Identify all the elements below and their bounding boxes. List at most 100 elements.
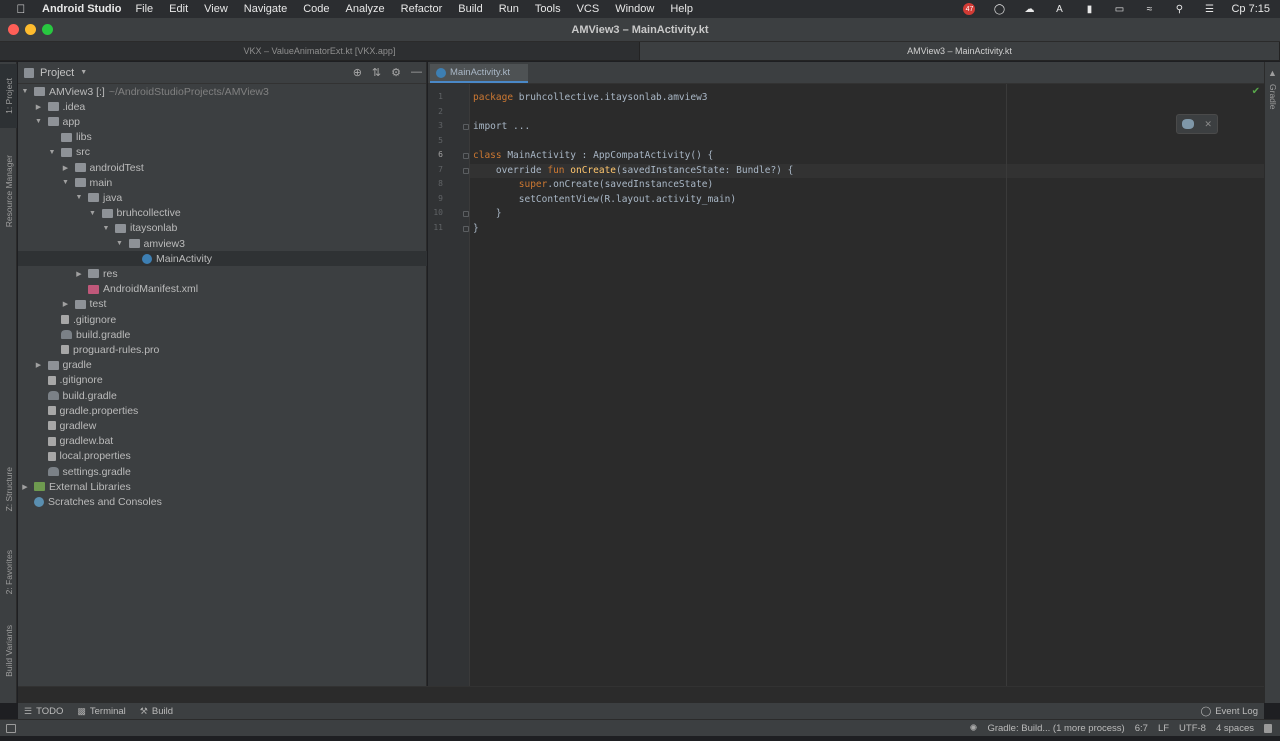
chevron-down-icon[interactable]: ▼: [88, 210, 98, 217]
indent-setting[interactable]: 4 spaces: [1216, 723, 1254, 734]
tree-item[interactable]: gradlew: [18, 418, 427, 433]
menu-build[interactable]: Build: [458, 3, 482, 15]
wifi-icon[interactable]: ≈: [1141, 3, 1157, 15]
toggle-tool-windows-icon[interactable]: [6, 723, 16, 733]
app-menu[interactable]: Android Studio: [42, 3, 121, 15]
lock-icon[interactable]: [1264, 723, 1272, 733]
caret-position[interactable]: 6:7: [1135, 723, 1148, 734]
chevron-right-icon[interactable]: ▶: [61, 300, 71, 308]
tool-tab-structure[interactable]: Z: Structure: [0, 454, 17, 524]
chevron-right-icon[interactable]: ▶: [34, 103, 44, 111]
menu-view[interactable]: View: [204, 3, 228, 15]
close-icon[interactable]: ✕: [1204, 119, 1212, 130]
fold-marker-icon[interactable]: [463, 225, 469, 232]
tree-item[interactable]: .gitignore: [18, 373, 427, 388]
menu-navigate[interactable]: Navigate: [244, 3, 287, 15]
fold-marker-icon[interactable]: [463, 211, 469, 217]
tree-item[interactable]: local.properties: [18, 449, 427, 464]
tree-item[interactable]: ▼ itaysonlab: [18, 221, 427, 236]
spotlight-search-icon[interactable]: ⚲: [1171, 3, 1187, 15]
fold-marker-icon[interactable]: [463, 153, 469, 159]
menu-file[interactable]: File: [135, 3, 153, 15]
tree-item[interactable]: ▶ test: [18, 297, 427, 312]
tree-item[interactable]: ▼ java: [18, 190, 427, 205]
tree-item[interactable]: ▶ .idea: [18, 99, 427, 114]
control-center-icon[interactable]: ☰: [1201, 3, 1217, 15]
chevron-down-icon[interactable]: ▼: [34, 118, 44, 125]
menu-refactor[interactable]: Refactor: [401, 3, 443, 15]
tree-item[interactable]: build.gradle: [18, 327, 427, 342]
chevron-down-icon[interactable]: ▼: [47, 149, 57, 156]
menu-clock[interactable]: Cp 7:15: [1231, 3, 1270, 15]
shield-icon[interactable]: ◯: [991, 3, 1007, 15]
line-separator[interactable]: LF: [1158, 723, 1169, 734]
window-tab-amview3[interactable]: AMView3 – MainActivity.kt: [640, 42, 1280, 60]
chevron-down-icon[interactable]: ▼: [20, 88, 30, 95]
menu-help[interactable]: Help: [670, 3, 693, 15]
menu-analyze[interactable]: Analyze: [346, 3, 385, 15]
tree-item[interactable]: ▶ External Libraries: [18, 479, 427, 494]
zoom-window-button[interactable]: [42, 24, 53, 35]
notification-icon[interactable]: 47: [961, 3, 977, 15]
gradle-sync-icon[interactable]: [1182, 119, 1195, 129]
cloud-icon[interactable]: ☁: [1021, 3, 1037, 15]
battery-icon[interactable]: ▮: [1081, 3, 1097, 15]
editor-tab-mainactivity[interactable]: MainActivity.kt: [430, 64, 528, 83]
file-encoding[interactable]: UTF-8: [1179, 723, 1206, 734]
tree-item[interactable]: ▼ app: [18, 114, 427, 129]
gear-icon[interactable]: ⚙: [391, 66, 401, 79]
keyboard-layout-icon[interactable]: A: [1051, 3, 1067, 15]
minimize-window-button[interactable]: [25, 24, 36, 35]
display-icon[interactable]: ▭: [1111, 3, 1127, 15]
tree-item[interactable]: ▼ main: [18, 175, 427, 190]
tree-item[interactable]: ▶ res: [18, 266, 427, 281]
tree-item[interactable]: libs: [18, 130, 427, 145]
window-tab-vkx[interactable]: VKX – ValueAnimatorExt.kt [VKX.app]: [0, 42, 640, 60]
menu-code[interactable]: Code: [303, 3, 329, 15]
background-process-status[interactable]: Gradle: Build... (1 more process): [987, 723, 1124, 734]
tree-item[interactable]: ▼ src: [18, 145, 427, 160]
tool-build[interactable]: ⚒ Build: [140, 706, 173, 717]
tool-tab-gradle[interactable]: Gradle: [1268, 84, 1278, 110]
project-view-selector[interactable]: Project: [40, 67, 74, 79]
hide-panel-icon[interactable]: —: [411, 66, 422, 79]
locate-file-icon[interactable]: ⊕: [353, 66, 362, 79]
line-number-gutter[interactable]: 1 2 3 5 6 7 8 9 10 11: [428, 84, 470, 686]
chevron-right-icon[interactable]: ▶: [74, 270, 84, 278]
tool-terminal[interactable]: ▩ Terminal: [77, 706, 125, 717]
menu-vcs[interactable]: VCS: [577, 3, 600, 15]
tree-item[interactable]: build.gradle: [18, 388, 427, 403]
tree-item[interactable]: ▼ bruhcollective: [18, 206, 427, 221]
chevron-down-icon[interactable]: ▼: [80, 69, 87, 76]
menu-window[interactable]: Window: [615, 3, 654, 15]
code-area[interactable]: package bruhcollective.itaysonlab.amview…: [470, 84, 1264, 686]
tree-item[interactable]: ▼ amview3: [18, 236, 427, 251]
tool-tab-project[interactable]: 1: Project: [0, 64, 17, 128]
apple-icon[interactable]: : [14, 2, 28, 16]
tree-item[interactable]: MainActivity: [18, 251, 427, 267]
tree-item[interactable]: .gitignore: [18, 312, 427, 327]
chevron-right-icon[interactable]: ▶: [20, 483, 30, 491]
tree-item[interactable]: ▶ gradle: [18, 358, 427, 373]
close-window-button[interactable]: [8, 24, 19, 35]
menu-tools[interactable]: Tools: [535, 3, 561, 15]
tool-todo[interactable]: ☰ TODO: [24, 706, 63, 717]
menu-edit[interactable]: Edit: [169, 3, 188, 15]
tree-item[interactable]: proguard-rules.pro: [18, 342, 427, 357]
tool-tab-favorites[interactable]: 2: Favorites: [0, 538, 17, 606]
tree-item[interactable]: settings.gradle: [18, 464, 427, 479]
tool-tab-build-variants[interactable]: Build Variants: [0, 618, 17, 684]
tool-event-log[interactable]: ◯ Event Log: [1201, 706, 1258, 717]
menu-run[interactable]: Run: [499, 3, 519, 15]
chevron-down-icon[interactable]: ▼: [101, 225, 111, 232]
chevron-down-icon[interactable]: ▼: [74, 194, 84, 201]
chevron-right-icon[interactable]: ▶: [61, 164, 71, 172]
fold-marker-icon[interactable]: [463, 124, 469, 130]
chevron-down-icon[interactable]: ▼: [115, 240, 125, 247]
chevron-right-icon[interactable]: ▶: [34, 361, 44, 369]
collapse-all-icon[interactable]: ⇅: [372, 66, 381, 79]
tree-item[interactable]: Scratches and Consoles: [18, 494, 427, 509]
fold-marker-icon[interactable]: [463, 167, 469, 174]
tree-item[interactable]: AndroidManifest.xml: [18, 282, 427, 297]
tool-tab-resource-manager[interactable]: Resource Manager: [0, 142, 17, 240]
